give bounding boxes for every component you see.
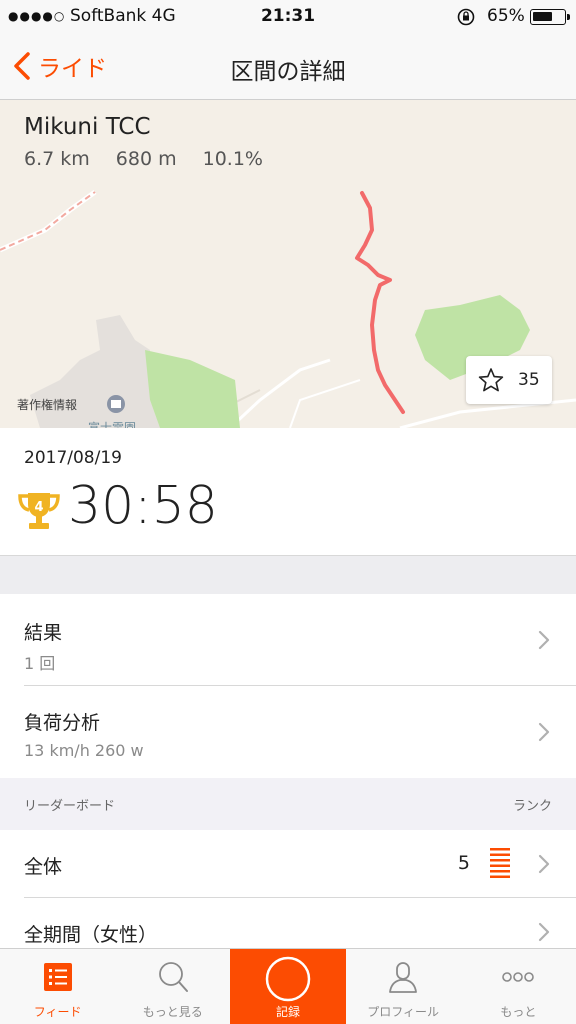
trophy-rank: 4: [34, 500, 43, 515]
tab-record-label: 記録: [275, 1005, 300, 1019]
tab-feed-label: フィード: [33, 1005, 82, 1019]
star-segment-button[interactable]: 35: [466, 356, 552, 404]
overall-rank: 5: [457, 852, 470, 874]
more-icon: [502, 972, 535, 982]
section-spacer: [0, 556, 576, 594]
chevron-right-icon: [538, 854, 550, 874]
segment-distance: 6.7 km: [24, 148, 90, 170]
tab-profile-label: プロフィール: [367, 1005, 440, 1019]
tab-more-label: もっと: [500, 1005, 537, 1019]
results-row[interactable]: 結果 1 回: [0, 594, 576, 686]
tab-feed[interactable]: フィード: [0, 949, 115, 1024]
segment-name: Mikuni TCC: [24, 114, 151, 140]
results-label: 結果: [24, 622, 63, 644]
effort-time: 30:58: [68, 476, 218, 536]
segment-elevation: 680 m: [115, 148, 177, 170]
tab-explore[interactable]: もっと見る: [115, 949, 230, 1024]
status-bar: ●●●●○ SoftBank 4G 21:31 65%: [0, 0, 576, 34]
leaderboard-overall-row[interactable]: 全体 5: [0, 830, 576, 898]
navigation-bar: ライド 区間の詳細: [0, 34, 576, 100]
segment-stats: 6.7 km 680 m 10.1%: [24, 148, 289, 170]
battery-icon: [530, 9, 570, 25]
star-count: 35: [518, 370, 540, 390]
record-icon: [265, 956, 311, 1002]
leaderboard-overall-label: 全体: [24, 856, 63, 878]
rank-column-header: ランク: [512, 799, 552, 814]
svg-text:富士霊園: 富士霊園: [88, 420, 136, 428]
power-analysis-summary: 13 km/h 260 w: [24, 741, 144, 760]
tab-explore-label: もっと見る: [142, 1005, 203, 1019]
results-count: 1 回: [24, 654, 56, 673]
power-analysis-row[interactable]: 負荷分析 13 km/h 260 w: [0, 686, 576, 778]
profile-icon: [389, 962, 418, 993]
search-icon: [158, 962, 188, 992]
page-title: 区間の詳細: [230, 59, 346, 85]
segment-grade: 10.1%: [202, 148, 263, 170]
segment-map-card[interactable]: 富士霊園 Mikuni TCC 6.7 km 680 m 10.1% 著作権情報…: [0, 100, 576, 428]
trophy-icon: 4: [18, 493, 60, 529]
chevron-right-icon: [538, 630, 550, 650]
power-analysis-label: 負荷分析: [24, 712, 101, 734]
leaderboard-women-label: 全期間（女性）: [24, 924, 158, 946]
tab-bar: フィード もっと見る 記録 プロフィール もっと: [0, 948, 576, 1024]
leaderboard-title: リーダーボード: [24, 799, 116, 814]
feed-icon: [43, 963, 72, 991]
chevron-right-icon: [538, 722, 550, 742]
map-copyright-link[interactable]: 著作権情報: [17, 396, 77, 413]
tab-profile[interactable]: プロフィール: [346, 949, 461, 1024]
leaderboard-header: リーダーボード ランク: [0, 778, 576, 830]
battery-percent: 65%: [487, 6, 525, 26]
chevron-right-icon: [538, 922, 550, 942]
tab-more[interactable]: もっと: [461, 949, 576, 1024]
star-icon: [478, 368, 504, 392]
rotation-lock-icon: [457, 8, 475, 26]
effort-date: 2017/08/19: [24, 448, 122, 468]
leaderboard-rank-icon: [490, 848, 510, 878]
tab-record[interactable]: 記録: [230, 949, 346, 1024]
effort-summary: 2017/08/19 4 30:58: [0, 428, 576, 556]
